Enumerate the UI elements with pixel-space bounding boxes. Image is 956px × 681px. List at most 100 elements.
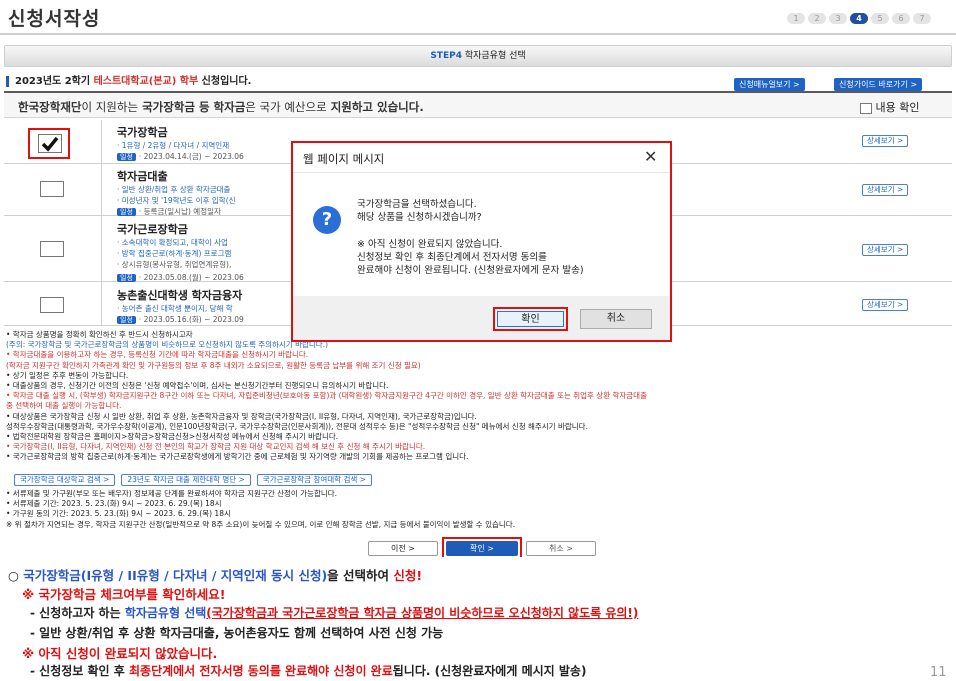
product-schedule: 일정 · 2023.05.16.(화) ~ 2023.09 (117, 314, 244, 325)
product-3-detail-button[interactable]: 상세보기 > (862, 244, 909, 256)
instruction-text: - 신청정보 확인 후 (30, 664, 125, 678)
notes-list-2: • 서류제출 및 가구원(부모 또는 배우자) 정보제공 단계를 완료하셔야 학… (6, 489, 515, 530)
note-item: • 대출상품의 경우, 신청기간 이전의 신청은 '신청 예약접수'이며, 심사… (6, 381, 389, 391)
step-banner: STEP4 학자금유형 선택 (4, 45, 952, 67)
instruction-line-4: - 일반 상환/취업 후 상환 학자금대출, 농어촌융자도 함께 선택하여 사전… (30, 624, 443, 641)
prev-button[interactable]: 이전 > (368, 541, 438, 556)
product-1-info: 국가장학금 · 1유형 / 2유형 / 다자녀 / 지역인재 일정 · 2023.… (117, 124, 244, 162)
schedule-tag: 일정 (117, 153, 136, 161)
instruction-warning: ※ 아직 신청이 완료되지 않았습니다. (22, 646, 218, 661)
product-name: 농촌출신대학생 학자금융자 (117, 289, 243, 302)
dialog-cancel-button[interactable]: 취소 (580, 309, 652, 329)
loan-restricted-list-button[interactable]: 23년도 학자금 대출 제한대학 명단 > (121, 474, 251, 486)
manual-button[interactable]: 신청매뉴얼보기 > (734, 78, 805, 91)
product-3-info: 국가근로장학금 · 소속대학이 확정되고, 대학이 사업 · 방학 집중근로(하… (117, 221, 244, 283)
product-checkbox-4[interactable] (40, 297, 64, 313)
product-name: 국가장학금 (117, 126, 168, 139)
semester-suffix: 신청입니다. (201, 76, 252, 87)
page-number: 11 (930, 665, 947, 680)
ok-button[interactable]: 확인 > (446, 541, 518, 556)
instruction-line-5: ※ 아직 신청이 완료되지 않았습니다. (22, 643, 217, 662)
dialog-msg-2: 해당 상품을 신청하시겠습니까? (357, 212, 482, 223)
work-univ-search-button[interactable]: 국가근로장학금 참여대학 검색 > (256, 474, 372, 486)
instruction-line-2: ※ 국가장학금 체크여부를 확인하세요! (22, 584, 225, 603)
note-item: (학자금 지원구간 확인하지 가족관계 확인 및 가구원등의 정보 후 8주 내… (6, 360, 421, 370)
notice-text2: 은 국가 예산으로 (245, 100, 327, 114)
product-2-info: 학자금대출 · 일반 상환/취업 후 상환 학자금대출 · 미성년자 및 '19… (117, 168, 236, 217)
product-desc: · 일반 상환/취업 후 상환 학자금대출 (117, 185, 231, 194)
product-checkbox-1[interactable] (38, 134, 62, 153)
note-item: • 상기 일정은 추후 변동이 가능합니다. (6, 370, 129, 380)
schedule-date: · 2023.05.16.(화) ~ 2023.09 (138, 315, 244, 324)
product-2-detail-button[interactable]: 상세보기 > (862, 184, 909, 196)
instruction-emphasis: 국가장학금(I유형 / II유형 / 다자녀 / 지역인재 동시 신청) (23, 568, 328, 583)
schedule-date: · 2023.04.14.(금) ~ 2023.06 (138, 152, 244, 161)
dialog-msg-4: 신청정보 확인 후 최종단계에서 전자서명 동의를 (357, 252, 547, 263)
product-checkbox-2[interactable] (40, 181, 64, 197)
instruction-emphasis: 학자금유형 선택 (124, 606, 207, 620)
product-name: 국가근로장학금 (117, 223, 188, 236)
instruction-warning: ※ 국가장학금 체크여부를 확인하세요! (22, 587, 226, 602)
notice-org: 한국장학재단 (18, 100, 82, 114)
content-confirm-checkbox[interactable] (860, 102, 872, 114)
instruction-line-6: - 신청정보 확인 후 최종단계에서 전자서명 동의를 완료해야 신청이 완료됩… (30, 662, 586, 679)
step-6: 6 (892, 13, 910, 24)
schedule-tag: 일정 (117, 316, 136, 324)
schedule-tag: 일정 (117, 274, 136, 282)
instruction-line-3: - 신청하고자 하는 학자금유형 선택(국가장학금과 국가근로장학금 학자금 상… (30, 604, 638, 621)
instruction-text: 을 선택하여 (327, 568, 390, 583)
budget-notice: 한국장학재단이 지원하는 국가장학금 등 학자금은 국가 예산으로 지원하고 있… (4, 91, 952, 118)
instruction-text: - 일반 상환/취업 후 상환 학자금대출, 농어촌융자도 함께 선택하여 사전… (30, 626, 444, 640)
note-item: • 서류제출 기간: 2023. 5. 23.(화) 9시 ~ 2023. 6.… (6, 499, 222, 509)
dialog-title: 웹 페이지 메시지 (303, 152, 385, 166)
step-indicator: 1 2 3 4 5 6 7 (787, 13, 931, 24)
dialog-header: 웹 페이지 메시지 ✕ (293, 143, 670, 173)
dialog-footer: 확인 취소 (293, 296, 670, 340)
step-banner-text: 학자금유형 선택 (464, 51, 526, 61)
budget-notice-text: 한국장학재단이 지원하는 국가장학금 등 학자금은 국가 예산으로 지원하고 있… (18, 99, 424, 115)
product-desc: · 1유형 / 2유형 / 다자녀 / 지역인재 (117, 141, 230, 150)
dialog-msg-3: ※ 아직 신청이 완료되지 않았습니다. (357, 239, 503, 250)
product-desc: · 미성년자 및 '19학년도 이후 입학(신 (117, 196, 236, 205)
note-item: • 가구원 동의 기간: 2023. 5. 23.(화) 9시 ~ 2023. … (6, 509, 231, 519)
link-buttons: 국가장학금 대상학교 검색 > 23년도 학자금 대출 제한대학 명단 > 국가… (14, 474, 372, 486)
note-item: ※ 위 절차가 지연되는 경우, 학자금 지원구간 산정(일반적으로 약 8주 … (6, 519, 516, 529)
step-2: 2 (808, 13, 826, 24)
product-checkbox-3[interactable] (40, 241, 64, 257)
instruction-emphasis: 최종단계에서 전자서명 동의를 완료해야 신청이 완료 (128, 664, 393, 678)
schedule-tag: 일정 (117, 208, 136, 216)
content-confirm[interactable]: 내용 확인 (860, 99, 919, 115)
note-item: • 대상상품은 국가장학금 신청 시 일반 상환, 취업 후 상환, 농촌학자금… (6, 411, 477, 421)
step-3: 3 (829, 13, 847, 24)
product-4-info: 농촌출신대학생 학자금융자 · 농어촌 출신 대학생 뿐이지, 당해 학 일정 ·… (117, 287, 244, 325)
close-icon[interactable]: ✕ (644, 147, 657, 166)
instruction-panel: ○ 국가장학금(I유형 / II유형 / 다자녀 / 지역인재 동시 신청)을 … (0, 557, 956, 681)
note-item: • 법학전문대학원 장학금은 홈페이지>장학금>장학금신청>신청서작성 메뉴에서… (6, 432, 339, 442)
cancel-button[interactable]: 취소 > (526, 541, 596, 556)
product-desc: · 농어촌 출신 대학생 뿐이지, 당해 학 (117, 304, 233, 313)
school-search-button[interactable]: 국가장학금 대상학교 검색 > (14, 474, 116, 486)
instruction-text: - 신청하고자 하는 (30, 606, 121, 620)
instruction-line-1: ○ 국가장학금(I유형 / II유형 / 다자녀 / 지역인재 동시 신청)을 … (8, 565, 422, 584)
note-item: • 학자금 대출 실행 시, (학부생) 학자금지원구간 8구간 이하 또는 다… (6, 391, 647, 401)
product-desc: · 방학 집중근로(하계·동계) 프로그램 (117, 249, 232, 258)
product-1-detail-button[interactable]: 상세보기 > (862, 135, 909, 147)
semester-info: 2023년도 2학기 테스트대학교(본교) 학부 신청입니다. (6, 76, 251, 87)
step-1: 1 (787, 13, 805, 24)
guide-button[interactable]: 신청가이드 바로가기 > (834, 78, 923, 91)
notice-text1: 이 지원하는 (81, 100, 139, 114)
step-4-active: 4 (850, 13, 868, 24)
semester-prefix: 2023년도 2학기 (15, 76, 91, 87)
notes-list: • 학자금 상품명을 정확히 확인하신 후 반드시 신청하시고자 (주의: 국가… (6, 330, 647, 463)
dialog-msg-1: 국가장학금을 선택하셨습니다. (357, 199, 477, 210)
note-item: • 학자금대출을 이용하고자 하는 경우, 등록신청 기간에 따라 학자금대출을… (6, 350, 309, 360)
instruction-warning: (국가장학금과 국가근로장학금 학자금 상품명이 비슷하므로 오신청하지 않도록… (206, 606, 639, 620)
product-4-detail-button[interactable]: 상세보기 > (862, 299, 909, 311)
page-title: 신청서작성 (8, 8, 101, 30)
note-item: • 서류제출 및 가구원(부모 또는 배우자) 정보제공 단계를 완료하셔야 학… (6, 489, 338, 498)
step-banner-step: STEP4 (430, 51, 462, 61)
instruction-text: 됩니다. (신청완료자에게 메시지 발송) (392, 664, 587, 678)
instruction-emphasis: 신청! (393, 568, 423, 583)
note-item: 중 선택하여 대출 실행이 가능합니다. (6, 401, 122, 411)
dialog-ok-button[interactable]: 확인 (497, 311, 564, 327)
